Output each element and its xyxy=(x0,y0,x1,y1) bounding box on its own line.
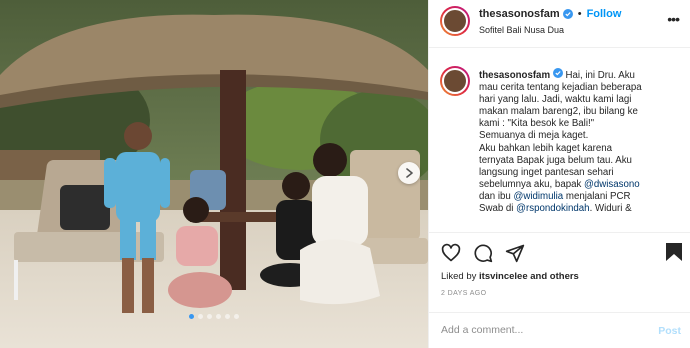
caption-line: Hai, ini Dru. Aku xyxy=(565,70,635,81)
liked-user-link[interactable]: itsvincelee xyxy=(479,271,528,282)
post-timestamp[interactable]: 2 DAYS AGO xyxy=(441,290,487,297)
share-icon[interactable] xyxy=(505,243,525,263)
caption-line: sebelumnya aku, bapak xyxy=(479,178,582,190)
comment-bar: Post xyxy=(429,312,690,348)
post-side-panel: thesasonosfam • Follow Sofitel Bali Nusa… xyxy=(428,0,690,348)
liked-prefix: Liked by xyxy=(441,271,477,282)
carousel-dot xyxy=(216,314,221,319)
caption-line: makan malam bareng2, ibu bilang ke xyxy=(479,106,638,118)
follow-button[interactable]: Follow xyxy=(587,8,622,20)
carousel-dot xyxy=(189,314,194,319)
mention-link[interactable]: @dwisasono xyxy=(584,179,640,190)
carousel-next-button[interactable] xyxy=(398,162,420,184)
caption-avatar[interactable] xyxy=(440,66,470,96)
actions-divider xyxy=(429,232,690,233)
likes-summary: Liked by itsvincelee and others xyxy=(441,271,579,282)
verified-badge-icon xyxy=(562,9,573,19)
carousel-dot xyxy=(198,314,203,319)
caption-line: mau cerita tentang kejadian beberapa xyxy=(479,82,642,94)
post-header: thesasonosfam • Follow Sofitel Bali Nusa… xyxy=(429,0,690,48)
carousel-dot xyxy=(234,314,239,319)
carousel-dot xyxy=(225,314,230,319)
bookmark-icon[interactable] xyxy=(665,242,683,262)
caption-line: hari yang lalu. Jadi, waktu kami lagi xyxy=(479,94,632,106)
username-link[interactable]: thesasonosfam xyxy=(479,8,560,20)
caption-line: Aku bahkan lebih kaget karena xyxy=(479,142,613,154)
carousel-dot xyxy=(207,314,212,319)
post-caption: thesasonosfam Hai, ini Dru. Aku mau ceri… xyxy=(429,60,690,232)
caption-line: kami : "Kita besok ke Bali!" xyxy=(479,118,595,130)
chevron-right-icon xyxy=(405,168,413,178)
post-photo xyxy=(0,0,428,348)
heart-icon[interactable] xyxy=(441,243,461,263)
separator-dot: • xyxy=(577,8,582,20)
caption-text: thesasonosfam Hai, ini Dru. Aku mau ceri… xyxy=(479,68,679,215)
more-options-icon[interactable]: ••• xyxy=(667,12,680,26)
caption-line: Swab di xyxy=(479,203,514,215)
liked-others-link[interactable]: and others xyxy=(530,271,579,282)
comment-icon[interactable] xyxy=(473,243,493,263)
post-comment-button[interactable]: Post xyxy=(658,325,681,337)
action-bar xyxy=(441,243,525,263)
location-link[interactable]: Sofitel Bali Nusa Dua xyxy=(479,25,564,35)
caption-line: ternyata Bapak juga belum tau. Aku xyxy=(479,154,632,166)
caption-line: dan ibu xyxy=(479,190,511,202)
caption-line: Semuanya di meja kaget. xyxy=(479,130,589,142)
caption-username[interactable]: thesasonosfam xyxy=(479,70,550,81)
caption-line: menjalani PCR xyxy=(565,190,631,202)
caption-line: langsung inget pantesan sehari xyxy=(479,166,614,178)
avatar[interactable] xyxy=(440,6,470,36)
post-media[interactable] xyxy=(0,0,428,348)
verified-badge-icon xyxy=(552,68,563,78)
carousel-indicator xyxy=(0,314,428,319)
mention-link[interactable]: @rspondokindah xyxy=(516,203,589,214)
caption-line: Widuri & xyxy=(594,203,632,215)
comment-input[interactable] xyxy=(441,324,641,336)
mention-link[interactable]: @widimulia xyxy=(514,191,564,202)
